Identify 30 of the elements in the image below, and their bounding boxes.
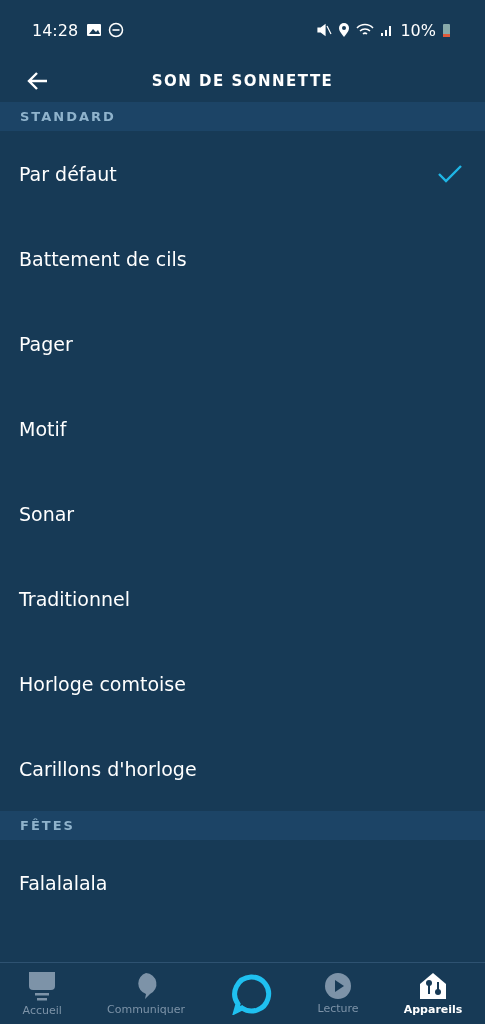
section-header: STANDARD bbox=[20, 109, 116, 124]
back-arrow-icon[interactable] bbox=[27, 70, 49, 92]
wifi-icon bbox=[356, 22, 375, 38]
ringtone-option[interactable]: Battement de cils bbox=[0, 216, 485, 301]
ringtone-option[interactable]: Par défaut bbox=[0, 131, 485, 216]
mute-icon bbox=[316, 22, 333, 38]
checkmark-icon bbox=[437, 163, 463, 184]
ringtone-option[interactable]: Motif bbox=[0, 386, 485, 471]
nav-tab[interactable]: Accueil bbox=[22, 970, 62, 1017]
ringtone-option[interactable]: Carillons d'horloge bbox=[0, 726, 485, 811]
do-not-disturb-icon bbox=[108, 22, 125, 38]
ringtone-option[interactable]: Horloge comtoise bbox=[0, 641, 485, 726]
section-header: FÊTES bbox=[20, 818, 75, 833]
ringtone-option[interactable]: Traditionnel bbox=[0, 556, 485, 641]
page-title: SON DE SONNETTE bbox=[151, 72, 334, 90]
nav-tab[interactable]: Lecture bbox=[317, 972, 359, 1015]
image-icon bbox=[86, 23, 103, 37]
location-icon bbox=[338, 22, 351, 38]
battery-icon bbox=[442, 22, 451, 38]
ringtone-option[interactable]: Sonar bbox=[0, 471, 485, 556]
battery-level: 10% bbox=[400, 20, 436, 40]
display-icon bbox=[27, 970, 58, 1002]
status-time: 14:28 bbox=[32, 20, 79, 40]
nav-tab[interactable]: Appareils bbox=[403, 971, 463, 1016]
play-icon bbox=[324, 972, 352, 1000]
assistant-button[interactable] bbox=[230, 972, 273, 1015]
ringtone-option[interactable]: Pager bbox=[0, 301, 485, 386]
ringtone-option[interactable]: Falalalala bbox=[0, 840, 485, 925]
house-icon bbox=[418, 971, 449, 1001]
nav-tab[interactable]: Communiquer bbox=[107, 971, 186, 1016]
